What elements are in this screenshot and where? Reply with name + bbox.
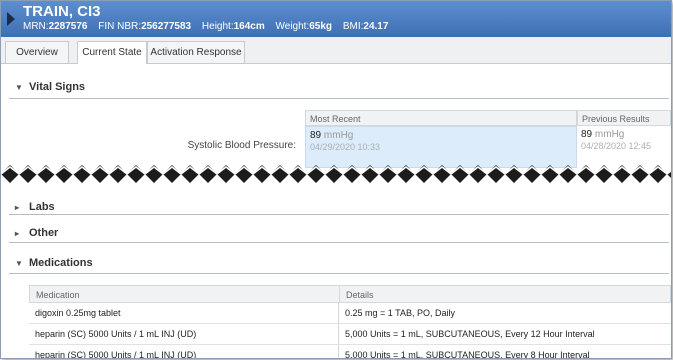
divider [9, 273, 669, 274]
mrn-value: 2287576 [48, 21, 88, 32]
expand-banner-icon[interactable] [7, 12, 15, 26]
col-header-previous: Previous Results [577, 110, 671, 126]
section-title: Vital Signs [29, 81, 86, 93]
weight-value: 65kg [309, 21, 333, 32]
medication-name: heparin (SC) 5000 Units / 1 mL INJ (UD) [35, 350, 197, 359]
section-labs[interactable]: ▸ Labs [1, 197, 671, 219]
table-row[interactable]: heparin (SC) 5000 Units / 1 mL INJ (UD) … [29, 324, 671, 345]
height-label: Height: [201, 21, 234, 32]
collapse-caret-icon: ▼ [15, 83, 23, 92]
section-medications[interactable]: ▼ Medications [1, 253, 671, 275]
tab-activation-response[interactable]: Activation Response [147, 41, 245, 63]
medication-details: 0.25 mg = 1 TAB, PO, Daily [345, 308, 455, 318]
medication-details: 5,000 Units = 1 mL, SUBCUTANEOUS, Every … [345, 350, 590, 359]
recent-date: 04/29/2020 10:33 [310, 142, 381, 152]
previous-unit: mmHg [594, 129, 625, 140]
medication-name: digoxin 0.25mg tablet [35, 308, 121, 318]
mrn-label: MRN: [23, 21, 49, 32]
divider [9, 98, 669, 99]
section-vital-signs[interactable]: ▼ Vital Signs [1, 77, 671, 99]
section-title: Labs [29, 201, 55, 213]
fin-label: FIN NBR: [98, 21, 142, 32]
recent-unit: mmHg [323, 130, 354, 141]
col-header-medication: Medication [36, 290, 80, 300]
previous-value: 89 [581, 129, 593, 140]
systolic-bp-label: Systolic Blood Pressure: [187, 140, 296, 151]
divider [9, 214, 669, 215]
bmi-value: 24.17 [363, 21, 389, 32]
patient-demographics: MRN:2287576 FIN NBR:256277583 Height:164… [23, 21, 388, 32]
previous-date: 04/28/2020 12:45 [581, 141, 652, 151]
tab-overview[interactable]: Overview [5, 41, 69, 63]
fin-value: 256277583 [141, 21, 192, 32]
weight-label: Weight: [275, 21, 310, 32]
expand-caret-icon: ▸ [15, 229, 20, 238]
tab-current-state[interactable]: Current State [77, 41, 147, 64]
patient-name: TRAIN, CI3 [23, 3, 101, 20]
patient-chart-window: TRAIN, CI3 MRN:2287576 FIN NBR:256277583… [0, 0, 672, 359]
tab-bar: Overview Current State Activation Respon… [1, 37, 671, 64]
expand-caret-icon: ▸ [15, 203, 20, 212]
medication-name: heparin (SC) 5000 Units / 1 mL INJ (UD) [35, 329, 197, 339]
section-title: Other [29, 227, 59, 239]
height-value: 164cm [233, 21, 265, 32]
recent-value: 89 [310, 130, 322, 141]
divider [9, 242, 669, 243]
table-row[interactable]: heparin (SC) 5000 Units / 1 mL INJ (UD) … [29, 345, 671, 359]
collapse-caret-icon: ▼ [15, 259, 23, 268]
patient-banner: TRAIN, CI3 MRN:2287576 FIN NBR:256277583… [1, 1, 671, 37]
table-row[interactable]: digoxin 0.25mg tablet 0.25 mg = 1 TAB, P… [29, 303, 671, 324]
medication-details: 5,000 Units = 1 mL, SUBCUTANEOUS, Every … [345, 329, 595, 339]
torn-edge-divider [1, 159, 671, 189]
col-header-most-recent: Most Recent [305, 110, 577, 126]
col-header-details: Details [346, 290, 374, 300]
section-title: Medications [29, 257, 93, 269]
bmi-label: BMI: [342, 21, 364, 32]
table-header-row: Medication Details [29, 285, 671, 303]
